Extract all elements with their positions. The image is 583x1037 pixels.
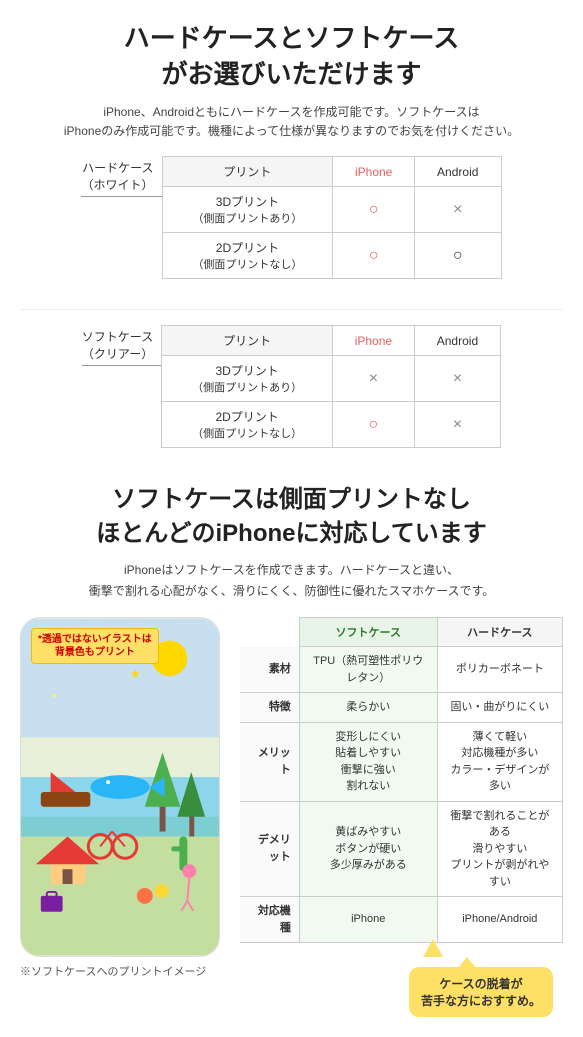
compare-soft-feature: 柔らかい xyxy=(299,693,437,723)
section1: ハードケースとソフトケースがお選びいただけます iPhone、Androidとも… xyxy=(20,20,563,463)
section1-title: ハードケースとソフトケースがお選びいただけます xyxy=(20,20,563,93)
compare-soft-merit: 変形しにくい貼着しやすい衝撃に強い割れない xyxy=(299,722,437,801)
compare-soft-material: TPU（熱可塑性ポリウレタン） xyxy=(299,647,437,693)
hard-case-row-group: ハードケース（ホワイト） プリント iPhone Android 3Dプリント（… xyxy=(20,156,563,294)
page-container: ハードケースとソフトケースがお選びいただけます iPhone、Androidとも… xyxy=(0,0,583,1037)
compare-soft-demerit: 黄ばみやすいボタンが硬い多少厚みがある xyxy=(299,801,437,897)
section2-title: ソフトケースは側面プリントなしほとんどのiPhoneに対応しています xyxy=(20,483,563,550)
soft-case-table: プリント iPhone Android 3Dプリント（側面プリントあり） × ×… xyxy=(161,325,501,448)
soft-header-print: プリント xyxy=(162,326,333,356)
hard-row2-label: 2Dプリント（側面プリントなし） xyxy=(162,233,333,279)
table-row: 2Dプリント（側面プリントなし） ○ × xyxy=(162,402,501,448)
hard-row1-label: 3Dプリント（側面プリントあり） xyxy=(162,187,333,233)
table-row: 2Dプリント（側面プリントなし） ○ ○ xyxy=(162,233,501,279)
compare-label-devices: 対応機種 xyxy=(240,897,299,943)
phone-note-label: ※ソフトケースへのプリントイメージ xyxy=(20,963,230,979)
table-divider xyxy=(20,309,563,310)
phone-doodle-svg: ★ ★ xyxy=(21,618,219,956)
soft-row2-label: 2Dプリント（側面プリントなし） xyxy=(162,402,333,448)
soft-case-label: ソフトケース（クリアー） xyxy=(82,329,161,366)
svg-text:★: ★ xyxy=(130,667,141,681)
compare-header-soft: ソフトケース xyxy=(299,618,437,647)
compare-row-material: 素材 TPU（熱可塑性ポリウレタン） ポリカーボネート xyxy=(240,647,563,693)
hard-case-table-wrapper: プリント iPhone Android 3Dプリント（側面プリントあり） ○ ×… xyxy=(162,156,502,279)
compare-hard-demerit: 衝撃で割れることがある滑りやすいプリントが剥がれやすい xyxy=(437,801,562,897)
hard-row2-android: ○ xyxy=(414,233,501,279)
svg-text:★: ★ xyxy=(51,691,58,700)
table-row: 3Dプリント（側面プリントあり） × × xyxy=(162,356,501,402)
compare-hard-material: ポリカーボネート xyxy=(437,647,562,693)
hard-row2-iphone: ○ xyxy=(333,233,415,279)
compare-table-area: ソフトケース ハードケース 素材 TPU（熱可塑性ポリウレタン） ポリカーボネー… xyxy=(240,617,563,1017)
hard-header-iphone: iPhone xyxy=(333,157,415,187)
section1-description: iPhone、Androidともにハードケースを作成可能です。ソフトケースはiP… xyxy=(20,103,563,141)
soft-header-android: Android xyxy=(414,326,501,356)
soft-row2-android: × xyxy=(414,402,501,448)
compare-hard-devices: iPhone/Android xyxy=(437,897,562,943)
balloon-note: ケースの脱着が苦手な方におすすめ。 xyxy=(409,967,553,1017)
soft-case-row-group: ソフトケース（クリアー） プリント iPhone Android 3Dプリント（… xyxy=(20,325,563,463)
section2-body: *透過ではないイラストは背景色もプリント xyxy=(20,617,563,1017)
hard-case-table: プリント iPhone Android 3Dプリント（側面プリントあり） ○ ×… xyxy=(162,156,502,279)
compare-label-demerit: デメリット xyxy=(240,801,299,897)
compare-row-merit: メリット 変形しにくい貼着しやすい衝撃に強い割れない 薄くて軽い対応機種が多いカ… xyxy=(240,722,563,801)
hard-row1-iphone: ○ xyxy=(333,187,415,233)
soft-row1-label: 3Dプリント（側面プリントあり） xyxy=(162,356,333,402)
compare-soft-devices: iPhone xyxy=(299,897,437,943)
soft-row1-iphone: × xyxy=(333,356,415,402)
soft-row2-iphone: ○ xyxy=(333,402,415,448)
section2: ソフトケースは側面プリントなしほとんどのiPhoneに対応しています iPhon… xyxy=(20,483,563,1017)
compare-hard-merit: 薄くて軽い対応機種が多いカラー・デザインが多い xyxy=(437,722,562,801)
hard-row1-android: × xyxy=(414,187,501,233)
compare-label-merit: メリット xyxy=(240,722,299,801)
hard-case-label: ハードケース（ホワイト） xyxy=(81,160,161,197)
compare-table: ソフトケース ハードケース 素材 TPU（熱可塑性ポリウレタン） ポリカーボネー… xyxy=(240,617,563,943)
hard-header-print: プリント xyxy=(162,157,333,187)
compare-row-feature: 特徴 柔らかい 固い・曲がりにくい xyxy=(240,693,563,723)
compare-row-demerit: デメリット 黄ばみやすいボタンが硬い多少厚みがある 衝撃で割れることがある滑りや… xyxy=(240,801,563,897)
phone-mockup: *透過ではないイラストは背景色もプリント xyxy=(20,617,220,957)
compare-row-devices: 対応機種 iPhone iPhone/Android xyxy=(240,897,563,943)
section2-description: iPhoneはソフトケースを作成できます。ハードケースと違い、衝撃で割れる心配が… xyxy=(20,560,563,601)
table-row: 3Dプリント（側面プリントあり） ○ × xyxy=(162,187,501,233)
compare-label-material: 素材 xyxy=(240,647,299,693)
compare-header-empty xyxy=(240,618,299,647)
compare-label-feature: 特徴 xyxy=(240,693,299,723)
compare-header-hard: ハードケース xyxy=(437,618,562,647)
phone-image-area: *透過ではないイラストは背景色もプリント xyxy=(20,617,230,979)
soft-case-table-wrapper: プリント iPhone Android 3Dプリント（側面プリントあり） × ×… xyxy=(161,325,501,448)
compare-hard-feature: 固い・曲がりにくい xyxy=(437,693,562,723)
soft-header-iphone: iPhone xyxy=(333,326,415,356)
soft-row1-android: × xyxy=(414,356,501,402)
hard-header-android: Android xyxy=(414,157,501,187)
sticker-note: *透過ではないイラストは背景色もプリント xyxy=(31,628,159,664)
